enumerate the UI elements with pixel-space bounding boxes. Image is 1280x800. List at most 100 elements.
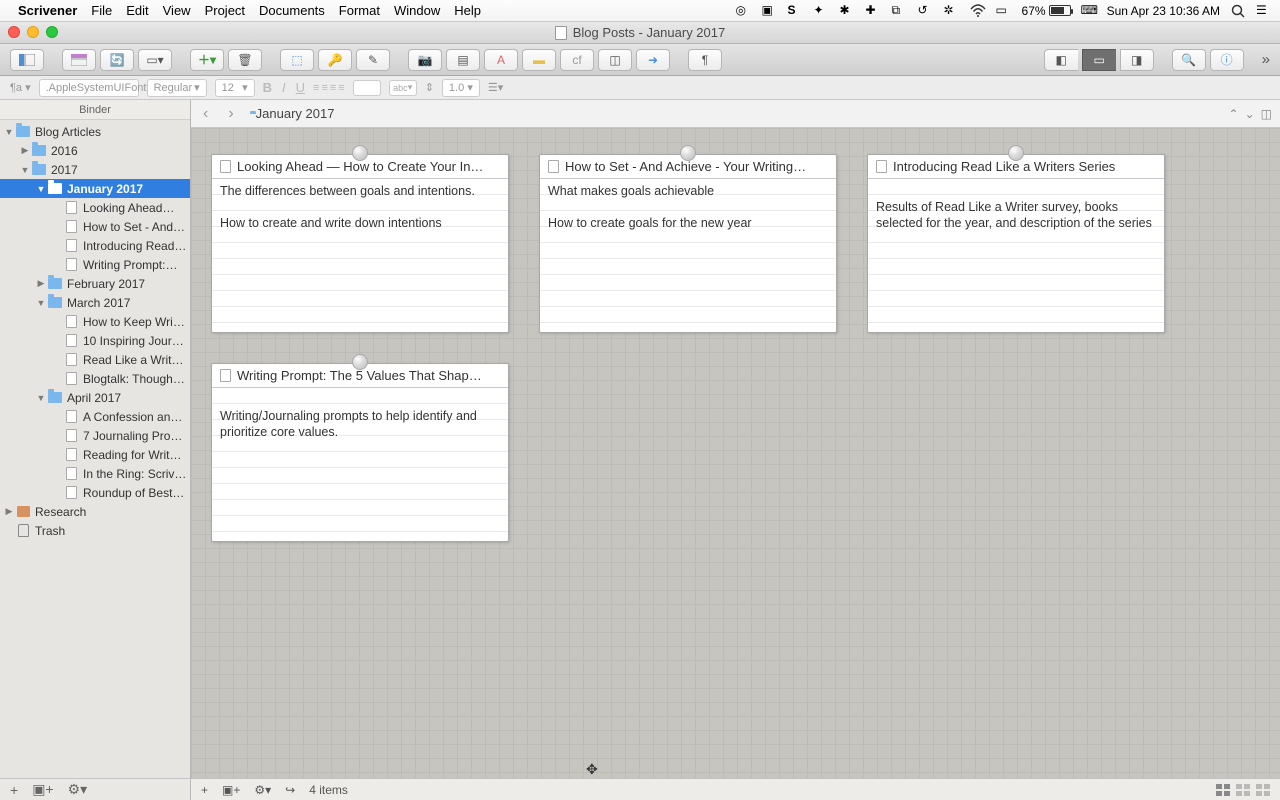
font-style-select[interactable]: Regular▾ (147, 79, 207, 97)
tree-row[interactable]: 7 Journaling Pro… (0, 426, 190, 445)
menubar-clock[interactable]: Sun Apr 23 10:36 AM (1107, 4, 1220, 18)
app4-icon[interactable]: ⧉ (892, 3, 908, 19)
wifi-icon[interactable] (970, 3, 986, 19)
index-card[interactable]: Looking Ahead — How to Create Your In…Th… (211, 154, 509, 333)
tree-row[interactable]: Blogtalk: Though… (0, 369, 190, 388)
menu-project[interactable]: Project (205, 3, 245, 18)
menu-format[interactable]: Format (339, 3, 380, 18)
collections-button[interactable] (62, 49, 96, 71)
corkboard-freeform-icon[interactable] (1236, 784, 1250, 796)
disclosure-icon[interactable]: ▼ (4, 127, 14, 137)
card-synopsis[interactable]: The differences between goals and intent… (212, 179, 508, 332)
tree-row[interactable]: ▼2017 (0, 160, 190, 179)
label-a-button[interactable]: A (484, 49, 518, 71)
view-mode-button[interactable]: ▭▾ (138, 49, 172, 71)
disclosure-icon[interactable]: ▼ (20, 165, 30, 175)
inspector-button[interactable]: ⓘ (1210, 49, 1244, 71)
font-select[interactable]: .AppleSystemUIFont▾ (39, 79, 139, 97)
quick-search-button[interactable]: 🔍 (1172, 49, 1206, 71)
align-right-button[interactable]: ≡ (330, 82, 336, 94)
disclosure-icon[interactable]: ▶ (20, 145, 30, 156)
nav-down-button[interactable]: ⌄ (1245, 107, 1255, 121)
binder-actions-button[interactable]: ⚙▾ (68, 781, 88, 798)
tree-row[interactable]: ▶2016 (0, 141, 190, 160)
tree-row[interactable]: Roundup of Best… (0, 483, 190, 502)
card-synopsis[interactable]: Results of Read Like a Writer survey, bo… (868, 179, 1164, 332)
footer-share-button[interactable]: ↪ (285, 783, 295, 797)
corkboard-options-icon[interactable] (1256, 784, 1270, 796)
layout-right-button[interactable]: ◨ (1120, 49, 1154, 71)
keywords-button[interactable]: 🔑 (318, 49, 352, 71)
trash-button[interactable]: 🗑 (228, 49, 262, 71)
keyboard-icon[interactable]: ⌨ (1081, 3, 1097, 19)
bluetooth-icon[interactable]: ✲ (944, 3, 960, 19)
line-spacing-icon[interactable]: ⇕ (425, 81, 434, 94)
bold-button[interactable]: B (263, 80, 272, 95)
menu-file[interactable]: File (91, 3, 112, 18)
corkboard[interactable]: Looking Ahead — How to Create Your In…Th… (191, 128, 1280, 778)
format-button[interactable]: ¶ (688, 49, 722, 71)
paragraph-style-icon[interactable]: ¶a ▾ (10, 81, 31, 94)
footer-add-folder-button[interactable]: ▣+ (222, 783, 240, 797)
underline-button[interactable]: U (296, 80, 305, 95)
battery-status[interactable]: 67% (1022, 4, 1071, 18)
align-justify-button[interactable]: ≡ (338, 82, 344, 94)
menu-edit[interactable]: Edit (126, 3, 148, 18)
tree-row[interactable]: Introducing Read… (0, 236, 190, 255)
nav-up-button[interactable]: ⌃ (1229, 107, 1239, 121)
notifications-icon[interactable]: ☰ (1256, 3, 1272, 19)
tree-row[interactable]: How to Keep Wri… (0, 312, 190, 331)
binder-toggle-button[interactable] (10, 49, 44, 71)
app1-icon[interactable]: ▣ (762, 3, 778, 19)
app-name[interactable]: Scrivener (18, 3, 77, 18)
display-icon[interactable]: ▭ (996, 3, 1012, 19)
tree-row[interactable]: Reading for Writ… (0, 445, 190, 464)
nav-forward-button[interactable]: › (224, 105, 237, 123)
disclosure-icon[interactable]: ▼ (36, 298, 46, 308)
timemachine-icon[interactable]: ↺ (918, 3, 934, 19)
tree-row[interactable]: ▶Research (0, 502, 190, 521)
footnote-button[interactable]: cf (560, 49, 594, 71)
nav-back-button[interactable]: ‹ (199, 105, 212, 123)
toolbar-overflow-icon[interactable]: » (1262, 51, 1270, 68)
outline-button[interactable]: ▤ (446, 49, 480, 71)
tree-row[interactable]: 10 Inspiring Jour… (0, 331, 190, 350)
text-color-button[interactable] (353, 80, 381, 96)
font-size-select[interactable]: 12▾ (215, 79, 255, 97)
card-synopsis[interactable]: What makes goals achievableHow to create… (540, 179, 836, 332)
spotlight-icon[interactable] (1230, 3, 1246, 19)
disclosure-icon[interactable]: ▶ (36, 278, 46, 289)
search-toggle-button[interactable]: 🔄 (100, 49, 134, 71)
layout-center-button[interactable]: ▭ (1082, 49, 1116, 71)
plus-icon[interactable]: ✚ (866, 3, 882, 19)
line-spacing-select[interactable]: 1.0▾ (442, 79, 480, 97)
footer-add-button[interactable]: + (201, 783, 208, 797)
tree-row[interactable]: ▼March 2017 (0, 293, 190, 312)
layout-left-button[interactable]: ◧ (1044, 49, 1078, 71)
cc-icon[interactable]: ◎ (736, 3, 752, 19)
tree-row[interactable]: Read Like a Writ… (0, 350, 190, 369)
app3-icon[interactable]: ✦ (814, 3, 830, 19)
nav-split-button[interactable]: ◫ (1261, 107, 1272, 121)
binder-tree[interactable]: ▼Blog Articles▶2016▼2017▼January 2017Loo… (0, 120, 190, 778)
tree-row[interactable]: ▼January 2017 (0, 179, 190, 198)
app2-icon[interactable]: S (788, 3, 804, 19)
align-left-button[interactable]: ≡ (313, 82, 319, 94)
split-button[interactable]: ◫ (598, 49, 632, 71)
disclosure-icon[interactable]: ▼ (36, 184, 46, 194)
menu-documents[interactable]: Documents (259, 3, 325, 18)
corkboard-grid-icon[interactable] (1216, 784, 1230, 796)
tree-row[interactable]: Trash (0, 521, 190, 540)
index-card[interactable]: Introducing Read Like a Writers SeriesRe… (867, 154, 1165, 333)
tree-row[interactable]: ▼Blog Articles (0, 122, 190, 141)
tree-row[interactable]: In the Ring: Scriv… (0, 464, 190, 483)
window-minimize[interactable] (27, 26, 39, 38)
list-button[interactable]: ☰▾ (488, 81, 503, 94)
index-card[interactable]: How to Set - And Achieve - Your Writing…… (539, 154, 837, 333)
breadcrumb[interactable]: January 2017 (250, 106, 335, 121)
footer-actions-button[interactable]: ⚙▾ (254, 783, 271, 797)
tree-row[interactable]: ▼April 2017 (0, 388, 190, 407)
group1-c-button[interactable]: ✎ (356, 49, 390, 71)
tree-row[interactable]: ▶February 2017 (0, 274, 190, 293)
menu-help[interactable]: Help (454, 3, 481, 18)
